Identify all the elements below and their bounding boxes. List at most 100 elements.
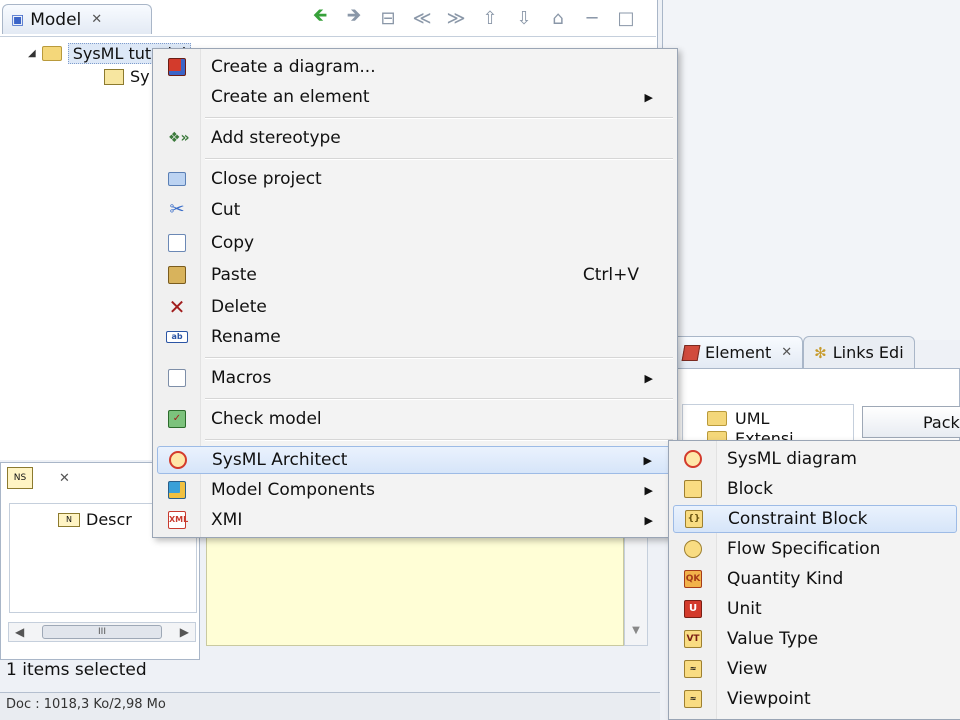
up-arrow-icon[interactable]: ⇧ (477, 6, 503, 30)
menu-item-add-stereotype[interactable]: ❖» Add stereotype (157, 124, 673, 152)
viewpoint-icon: ≈ (684, 690, 702, 708)
tab-element-label: Element (705, 343, 772, 362)
list-item[interactable]: UML (707, 409, 769, 428)
menu-item-cut[interactable]: ✂ Cut (157, 196, 673, 224)
collapse-all-icon[interactable]: ⊟ (375, 6, 401, 30)
scroll-right-icon[interactable]: ▶ (180, 625, 189, 639)
description-item-label[interactable]: Descr (86, 510, 132, 529)
sysml-icon (169, 451, 187, 469)
value-type-icon: VT (684, 630, 702, 648)
diagram-cube-icon (168, 58, 186, 76)
submenu-arrow-icon: ▶ (644, 371, 653, 385)
menu-separator (205, 357, 673, 359)
maximize-icon[interactable]: □ (613, 6, 639, 30)
submenu-item-value-type[interactable]: VT Value Type (673, 625, 957, 653)
tree-row-child[interactable]: Sy (104, 67, 150, 86)
unit-icon: U (684, 600, 702, 618)
view-icon: ≈ (684, 660, 702, 678)
link-right-icon[interactable]: ≫ (443, 6, 469, 30)
submenu-item-sysml-diagram[interactable]: SysML diagram (673, 445, 957, 473)
submenu-arrow-icon: ▶ (644, 483, 653, 497)
quantity-kind-icon: QK (684, 570, 702, 588)
menu-item-delete[interactable]: ✕ Delete (157, 293, 673, 321)
description-view-tab[interactable]: NS ✕ (7, 467, 70, 489)
menu-separator (205, 158, 673, 160)
menu-item-xmi[interactable]: XML XMI ▶ (157, 506, 673, 534)
note-icon: NS (7, 467, 33, 489)
editor-area (662, 0, 960, 340)
delete-icon: ✕ (168, 295, 186, 319)
selection-status: 1 items selected (6, 660, 147, 680)
description-tree-row[interactable]: N Descr (58, 510, 132, 529)
memory-status: Doc : 1018,3 Ko/2,98 Mo (6, 697, 166, 712)
close-icon[interactable]: ✕ (59, 471, 70, 486)
model-view-toolbar: 🡸 🡺 ⊟ ≪ ≫ ⇧ ⇩ ⌂ ─ □ (307, 5, 639, 30)
menu-item-paste[interactable]: Paste Ctrl+V (157, 261, 673, 289)
tree-child-label[interactable]: Sy (130, 67, 150, 86)
scroll-thumb[interactable]: III (42, 625, 162, 639)
macros-icon (168, 369, 186, 387)
block-icon (684, 480, 702, 498)
menu-item-create-diagram[interactable]: Create a diagram... (157, 53, 673, 81)
menu-item-rename[interactable]: ab Rename (157, 323, 673, 351)
menu-item-model-components[interactable]: Model Components ▶ (157, 476, 673, 504)
menu-item-create-element[interactable]: Create an element ▶ (157, 83, 673, 111)
description-text-area[interactable] (206, 536, 624, 646)
menu-separator (205, 117, 673, 119)
submenu-item-constraint-block[interactable]: {} Constraint Block (673, 505, 957, 533)
submenu-item-view[interactable]: ≈ View (673, 655, 957, 683)
stereotype-icon: ❖» (168, 130, 190, 146)
note-item-icon: N (58, 512, 80, 527)
scroll-down-icon[interactable]: ▼ (632, 625, 640, 636)
diagram-icon (104, 68, 124, 85)
submenu-arrow-icon: ▶ (644, 90, 653, 104)
home-icon[interactable]: ⌂ (545, 6, 571, 30)
xmi-icon: XML (168, 511, 188, 529)
scroll-left-icon[interactable]: ◀ (15, 625, 24, 639)
submenu-arrow-icon: ▶ (644, 513, 653, 527)
menu-item-sysml-architect[interactable]: SysML Architect ▶ (157, 446, 673, 474)
back-arrow-icon[interactable]: 🡸 (307, 5, 333, 30)
model-view-title: Model (30, 9, 82, 30)
submenu-item-unit[interactable]: U Unit (673, 595, 957, 623)
context-menu: Create a diagram... Create an element ▶ … (152, 48, 678, 538)
model-view-icon: ▣ (11, 11, 25, 28)
menu-item-check-model[interactable]: ✓ Check model (157, 405, 673, 433)
submenu-item-flow-specification[interactable]: Flow Specification (673, 535, 957, 563)
element-view-tabs: Element ✕ ✻ Links Edi (672, 336, 960, 368)
scissors-icon: ✂ (169, 199, 185, 220)
paste-shortcut: Ctrl+V (582, 265, 639, 285)
close-project-icon (168, 172, 186, 186)
close-icon[interactable]: ✕ (781, 345, 792, 360)
submenu-item-block[interactable]: Block (673, 475, 957, 503)
element-icon (681, 344, 701, 361)
constraint-block-icon: {} (685, 510, 703, 528)
memory-status-bar: Doc : 1018,3 Ko/2,98 Mo (0, 692, 660, 720)
check-model-icon: ✓ (168, 410, 186, 428)
tab-element[interactable]: Element ✕ (672, 336, 804, 368)
collapse-triangle-icon[interactable]: ◢ (28, 48, 36, 59)
vertical-scrollbar[interactable]: ▼ (624, 536, 648, 646)
folder-icon (707, 411, 727, 426)
link-left-icon[interactable]: ≪ (409, 6, 435, 30)
minimize-icon[interactable]: ─ (579, 6, 605, 30)
flow-specification-icon (684, 540, 702, 558)
model-view-tab[interactable]: ▣ Model ✕ (2, 4, 152, 34)
package-button-label: Pack (923, 413, 960, 432)
list-item-label: UML (735, 409, 770, 428)
tab-links-editor[interactable]: ✻ Links Edi (803, 336, 915, 368)
down-arrow-icon[interactable]: ⇩ (511, 6, 537, 30)
menu-item-copy[interactable]: Copy (157, 229, 673, 257)
horizontal-scrollbar[interactable]: ◀ III ▶ (8, 622, 196, 642)
forward-arrow-icon[interactable]: 🡺 (341, 5, 367, 30)
submenu-item-quantity-kind[interactable]: QK Quantity Kind (673, 565, 957, 593)
menu-item-macros[interactable]: Macros ▶ (157, 364, 673, 392)
package-button[interactable]: Pack (862, 406, 960, 438)
menu-item-close-project[interactable]: Close project (157, 165, 673, 193)
sysml-architect-submenu: SysML diagram Block {} Constraint Block … (668, 440, 960, 720)
close-icon[interactable]: ✕ (91, 12, 102, 27)
copy-icon (168, 234, 186, 252)
submenu-item-viewpoint[interactable]: ≈ Viewpoint (673, 685, 957, 713)
model-components-icon (168, 481, 186, 499)
submenu-arrow-icon: ▶ (643, 453, 652, 467)
